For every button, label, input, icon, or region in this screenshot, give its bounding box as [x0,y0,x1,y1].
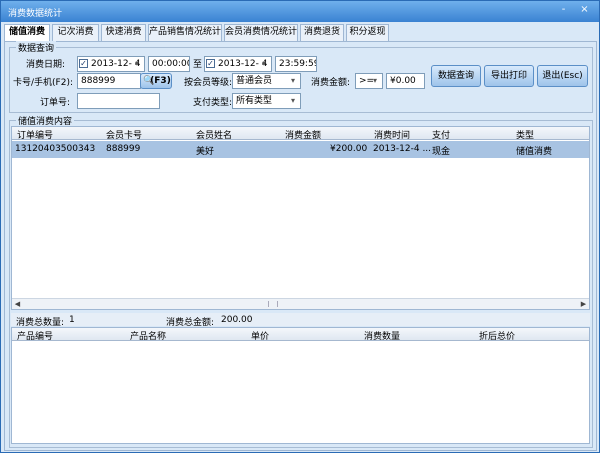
main-window: 消费数据统计 - × 储值消费 记次消费 快速消费 产品销售情况统计 会员消费情… [0,0,600,453]
close-button[interactable]: × [577,3,592,17]
title-bar: 消费数据统计 - × [1,1,599,22]
cell-type: 储值消费 [516,147,553,157]
cell-time: 2013-12-4 ... [373,144,432,154]
card-input[interactable]: 888999 [77,73,141,89]
end-date-checkbox[interactable]: ✓ [206,59,215,68]
tab-member-consumption[interactable]: 会员消费情况统计 [224,24,298,41]
col-order: 订单编号 [17,131,54,141]
pay-type-label: 支付类型: [193,98,233,108]
query-group: 数据查询 消费日期: ✓ 2013-12- 4 ▾ 00:00:00 至 ✓ 2… [9,41,593,113]
amount-input[interactable]: ¥0.00 [386,73,425,89]
detail-header: 产品编号 产品名称 单价 消费数量 折后总价 [12,328,589,342]
pay-type-select[interactable]: 所有类型 ▾ [232,93,301,109]
order-label: 订单号: [40,98,71,108]
chevron-down-icon: ▾ [290,96,295,105]
date-label: 消费日期: [26,60,66,70]
query-button[interactable]: 数据查询 [431,65,481,87]
tab-panel: 数据查询 消费日期: ✓ 2013-12- 4 ▾ 00:00:00 至 ✓ 2… [4,41,597,451]
window-title: 消费数据统计 [8,9,63,19]
start-time-input[interactable]: 00:00:00 [148,56,190,72]
pay-type-value: 所有类型 [236,96,273,106]
end-time-input[interactable]: 23:59:59 [275,56,317,72]
exit-button[interactable]: 退出(Esc) [537,65,588,87]
lookup-button[interactable]: 🔍 (F3) [140,73,172,89]
consumption-table: 订单编号 会员卡号 会员姓名 消费金额 消费时间 支付 类型 131204035… [11,126,590,310]
chevron-down-icon: ▾ [290,76,295,85]
amount-label: 消费金额: [311,78,351,88]
col-card: 会员卡号 [106,131,143,141]
table-header: 订单编号 会员卡号 会员姓名 消费金额 消费时间 支付 类型 [12,127,589,141]
tab-count[interactable]: 记次消费 [52,24,99,41]
start-date-checkbox[interactable]: ✓ [79,59,88,68]
tab-returns[interactable]: 消费退货 [300,24,344,41]
card-label: 卡号/手机(F2): [13,78,73,88]
col-quantity: 消费数量 [364,332,401,342]
col-name: 会员姓名 [196,131,233,141]
col-product-id: 产品编号 [17,332,54,342]
level-select[interactable]: 普通会员 ▾ [232,73,301,89]
col-time: 消费时间 [374,131,411,141]
col-type: 类型 [516,131,535,141]
col-discount-total: 折后总价 [479,332,516,342]
cell-order: 13120403500343 [15,144,96,154]
start-date-picker[interactable]: ✓ 2013-12- 4 ▾ [77,56,145,72]
col-pay: 支付 [432,131,451,141]
tab-points-cashback[interactable]: 积分返现 [346,24,389,41]
level-label: 按会员等级: [184,78,233,88]
cell-amount: ¥200.00 [330,144,368,154]
scroll-right-icon[interactable]: ▶ [578,299,589,309]
scroll-left-icon[interactable]: ◀ [12,299,23,309]
tab-quick[interactable]: 快速消费 [101,24,146,41]
query-legend: 数据查询 [16,41,57,54]
end-date-picker[interactable]: ✓ 2013-12- 4 ▾ [204,56,272,72]
to-label: 至 [193,60,203,70]
cell-pay: 现金 [432,147,451,157]
col-product-name: 产品名称 [130,332,167,342]
minimize-button[interactable]: - [556,3,571,17]
col-amount: 消费金额 [285,131,322,141]
cell-name: 美好 [196,147,215,157]
product-detail-table: 产品编号 产品名称 单价 消费数量 折后总价 [11,327,590,444]
tab-stored-value[interactable]: 储值消费 [4,24,50,42]
content-group: 储值消费内容 订单编号 会员卡号 会员姓名 消费金额 消费时间 支付 类型 13… [9,114,593,448]
horizontal-scrollbar[interactable]: ◀ ▶ [12,298,589,309]
col-unit-price: 单价 [251,332,270,342]
count-value: 1 [69,315,75,325]
cell-card: 888999 [106,144,141,154]
total-value: 200.00 [221,315,253,325]
amount-operator-select[interactable]: >= ▾ [355,73,383,89]
order-input[interactable] [77,93,160,109]
summary-bar: 消费总数量: 1 消费总金额: 200.00 [11,313,590,328]
export-print-button[interactable]: 导出打印 [484,65,534,87]
tab-strip: 储值消费 记次消费 快速消费 产品销售情况统计 会员消费情况统计 消费退货 积分… [4,24,598,42]
chevron-down-icon: ▾ [372,76,377,85]
scroll-thumb-grip[interactable] [268,301,278,307]
tab-product-sales[interactable]: 产品销售情况统计 [148,24,222,41]
level-value: 普通会员 [236,76,273,86]
chevron-down-icon: ▾ [134,59,139,68]
table-row[interactable]: 13120403500343 888999 美好 ¥200.00 2013-12… [12,141,589,158]
magnifier-icon: 🔍 [143,76,155,86]
chevron-down-icon: ▾ [261,59,266,68]
